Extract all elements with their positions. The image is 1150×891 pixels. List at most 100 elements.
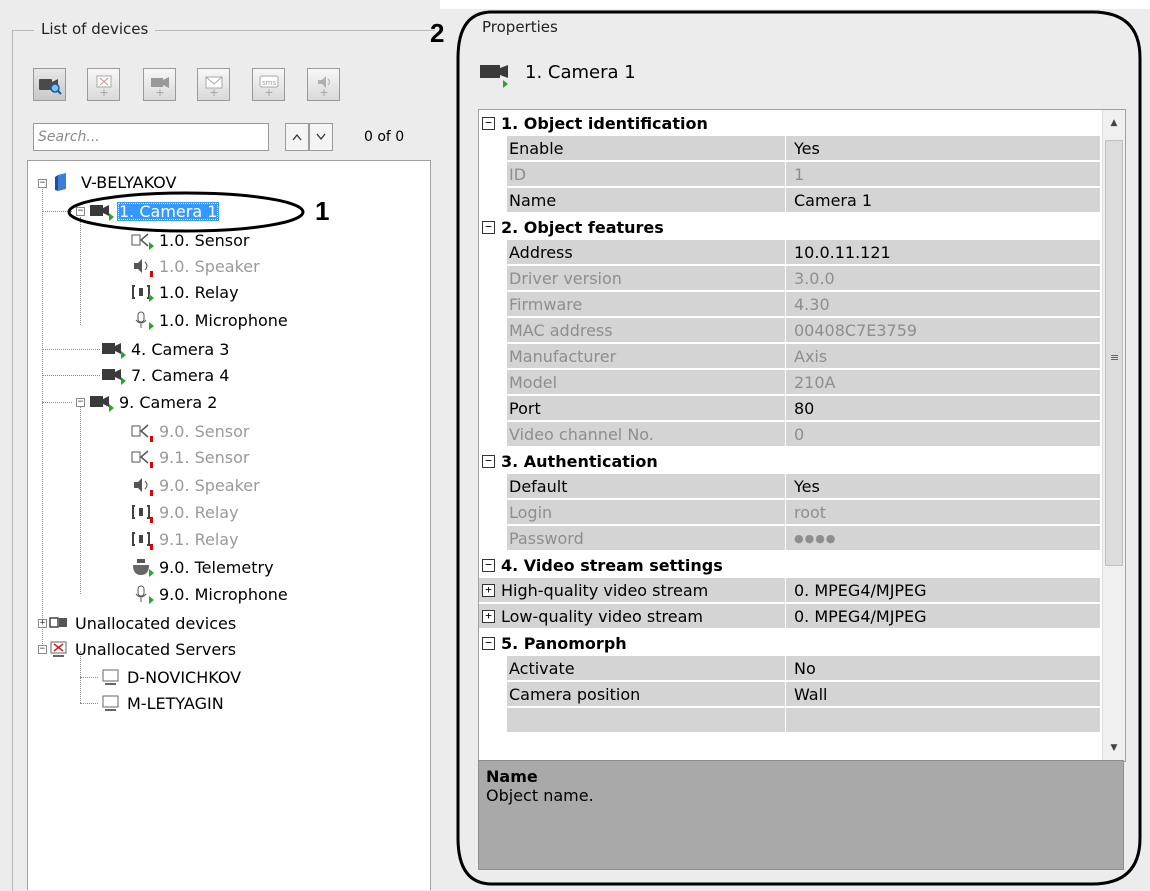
property-row[interactable]: MAC address 00408C7E3759 xyxy=(479,318,1100,344)
property-row[interactable]: Default Yes xyxy=(479,474,1100,500)
status-ok-flag xyxy=(121,351,126,359)
camera-search-button[interactable] xyxy=(33,68,66,101)
tree-item-camera-4[interactable]: 7. Camera 4 xyxy=(100,362,231,388)
collapse-toggle[interactable]: − xyxy=(38,645,47,654)
search-next-button[interactable] xyxy=(309,123,333,151)
search-prev-button[interactable] xyxy=(285,123,309,151)
property-row[interactable]: + Low-quality video stream 0. MPEG4/MJPEG xyxy=(479,604,1100,630)
tree-item-microphone[interactable]: 9.0. Microphone xyxy=(128,581,290,607)
tree-item-unallocated-devices[interactable]: Unallocated devices xyxy=(48,610,238,636)
property-value[interactable]: Yes xyxy=(786,474,1100,499)
camera-icon xyxy=(100,365,126,385)
property-row[interactable]: Video channel No. 0 xyxy=(479,422,1100,448)
tree-line xyxy=(80,677,98,678)
property-value[interactable]: 0. MPEG4/MJPEG xyxy=(786,578,1100,603)
property-value[interactable]: No xyxy=(786,656,1100,681)
tree-item-relay[interactable]: 9.1. Relay xyxy=(128,526,241,552)
sensor-icon xyxy=(128,421,154,442)
add-speaker-button[interactable]: + xyxy=(307,68,340,101)
property-row[interactable]: Address 10.0.11.121 xyxy=(479,240,1100,266)
collapse-toggle[interactable]: − xyxy=(482,116,495,130)
tree-item-server[interactable]: M-LETYAGIN xyxy=(100,690,226,716)
expand-toggle[interactable]: + xyxy=(482,583,495,597)
property-row[interactable]: Port 80 xyxy=(479,396,1100,422)
property-value[interactable]: 80 xyxy=(786,396,1100,421)
tree-item-camera-2[interactable]: 9. Camera 2 xyxy=(88,389,219,415)
collapse-toggle[interactable]: − xyxy=(482,558,495,572)
tree-item-sensor[interactable]: 9.1. Sensor xyxy=(128,444,251,470)
tree-item-telemetry[interactable]: 9.0. Telemetry xyxy=(128,554,276,580)
property-value: 3.0.0 xyxy=(786,266,1100,291)
property-value[interactable]: 0. MPEG4/MJPEG xyxy=(786,604,1100,629)
property-row[interactable]: Manufacturer Axis xyxy=(479,344,1100,370)
property-row[interactable]: Login root xyxy=(479,500,1100,526)
property-value: 0 xyxy=(786,422,1100,447)
property-value[interactable] xyxy=(786,708,1100,733)
tree-item-unallocated-servers[interactable]: Unallocated Servers xyxy=(48,636,238,662)
tree-item-speaker[interactable]: 1.0. Speaker xyxy=(128,253,262,279)
property-row[interactable]: Name Camera 1 xyxy=(479,188,1100,214)
category-label: 1. Object identification xyxy=(501,113,708,133)
property-row[interactable]: Camera position Wall xyxy=(479,682,1100,708)
scrollbar-thumb[interactable]: ≡ xyxy=(1105,140,1123,566)
property-row[interactable]: Enable Yes xyxy=(479,136,1100,162)
tree-item-sensor[interactable]: 9.0. Sensor xyxy=(128,418,251,444)
property-row[interactable]: + High-quality video stream 0. MPEG4/MJPEG xyxy=(479,578,1100,604)
property-name-text: High-quality video stream xyxy=(501,580,709,600)
tree-item-relay[interactable]: 9.0. Relay xyxy=(128,499,241,525)
property-name: Address xyxy=(507,240,785,265)
tree-item-microphone[interactable]: 1.0. Microphone xyxy=(128,307,290,333)
tree-item-label: 9.1. Sensor xyxy=(159,447,250,467)
property-row[interactable]: Firmware 4.30 xyxy=(479,292,1100,318)
property-value[interactable]: Yes xyxy=(786,136,1100,161)
tree-item-camera-3[interactable]: 4. Camera 3 xyxy=(100,336,231,362)
category-video-stream-settings[interactable]: − 4. Video stream settings xyxy=(479,552,1100,578)
panel-title: List of devices xyxy=(34,20,156,38)
collapse-toggle[interactable]: − xyxy=(38,179,47,188)
tree-item-relay[interactable]: 1.0. Relay xyxy=(128,279,241,305)
description-title: Name xyxy=(486,767,538,786)
tree-item-server[interactable]: D-NOVICHKOV xyxy=(100,664,243,690)
tree-item-label: 1.0. Speaker xyxy=(159,256,260,276)
category-object-identification[interactable]: − 1. Object identification xyxy=(479,110,1100,136)
property-grid: − 1. Object identification Enable Yes ID 1… xyxy=(478,109,1126,762)
collapse-toggle[interactable]: − xyxy=(76,398,85,407)
property-value[interactable]: Wall xyxy=(786,682,1100,707)
category-object-features[interactable]: − 2. Object features xyxy=(479,214,1100,240)
property-value[interactable]: 10.0.11.121 xyxy=(786,240,1100,265)
property-row[interactable]: Driver version 3.0.0 xyxy=(479,266,1100,292)
add-sms-button[interactable]: sms + xyxy=(252,68,285,101)
status-error-flag xyxy=(150,271,153,277)
properties-panel: 2 Properties 1. Camera 1 − 1. Object ide… xyxy=(430,8,1144,887)
collapse-toggle[interactable]: − xyxy=(482,220,495,234)
add-camera-button[interactable]: + xyxy=(143,68,176,101)
expand-toggle[interactable]: + xyxy=(482,609,495,623)
vertical-scrollbar[interactable]: ▲ ≡ ▼ xyxy=(1102,110,1125,761)
property-row-partial[interactable] xyxy=(479,708,1100,734)
collapse-toggle[interactable]: − xyxy=(482,454,495,468)
status-ok-flag xyxy=(121,377,126,385)
property-value[interactable]: Camera 1 xyxy=(786,188,1100,213)
property-row[interactable]: Activate No xyxy=(479,656,1100,682)
ptz-dome-icon xyxy=(128,557,154,577)
property-row[interactable]: ID 1 xyxy=(479,162,1100,188)
add-mail-button[interactable]: + xyxy=(197,68,230,101)
status-ok-flag xyxy=(149,242,154,250)
property-row[interactable]: Model 210A xyxy=(479,370,1100,396)
scroll-down-arrow-icon[interactable]: ▼ xyxy=(1103,735,1125,761)
add-sms-icon: sms + xyxy=(259,75,278,97)
scroll-up-arrow-icon[interactable]: ▲ xyxy=(1103,110,1125,136)
search-input[interactable] xyxy=(33,123,269,151)
property-name: Name xyxy=(507,188,785,213)
tree-item-label: 9.0. Telemetry xyxy=(159,557,274,577)
server-icon xyxy=(100,667,122,687)
tree-item-speaker[interactable]: 9.0. Speaker xyxy=(128,472,262,498)
tree-line xyxy=(42,402,72,403)
property-row[interactable]: Password ●●●● xyxy=(479,526,1100,552)
expand-toggle[interactable]: + xyxy=(38,619,47,628)
collapse-toggle[interactable]: − xyxy=(482,636,495,650)
add-unknown-device-button[interactable]: + xyxy=(87,68,120,101)
category-panomorph[interactable]: − 5. Panomorph xyxy=(479,630,1100,656)
tree-line xyxy=(42,375,100,376)
category-authentication[interactable]: − 3. Authentication xyxy=(479,448,1100,474)
